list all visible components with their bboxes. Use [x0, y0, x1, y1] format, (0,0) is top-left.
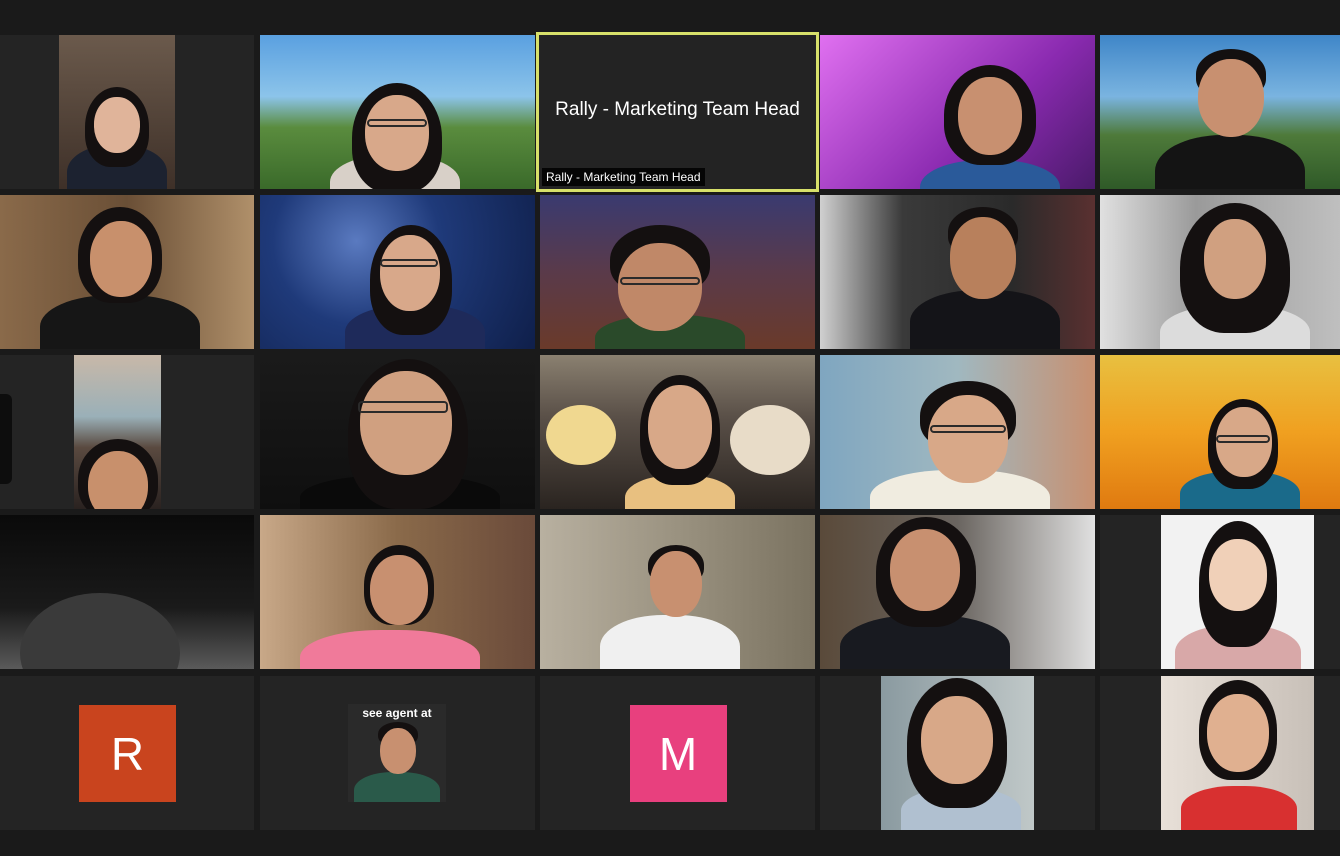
- participant-body: [1181, 786, 1297, 830]
- participant-video: [881, 676, 1034, 830]
- participant-video: [1161, 515, 1314, 669]
- participant-face: [928, 395, 1008, 483]
- participant-tile[interactable]: [1100, 355, 1340, 509]
- participant-body: [600, 615, 740, 669]
- participant-face: [94, 97, 140, 153]
- participant-video: [1100, 355, 1340, 509]
- participant-tile[interactable]: [260, 195, 535, 349]
- participant-video: [540, 515, 815, 669]
- participant-body: [354, 772, 440, 802]
- participant-face: [370, 555, 428, 625]
- participant-face: [380, 728, 416, 774]
- participant-face: [921, 696, 993, 784]
- participant-name-label: Rally - Marketing Team Head: [542, 168, 705, 186]
- participant-face: [365, 95, 429, 171]
- participant-face: [950, 217, 1016, 299]
- participant-video: [74, 355, 161, 509]
- food-item: [730, 405, 810, 475]
- participant-face: [618, 243, 702, 331]
- participant-tile[interactable]: [540, 195, 815, 349]
- participant-face: [958, 77, 1022, 155]
- participant-video: [0, 515, 254, 669]
- participant-video: [540, 355, 815, 509]
- participant-tile[interactable]: see agent at: [260, 676, 535, 830]
- glasses: [930, 425, 1006, 433]
- participant-face: [88, 451, 148, 509]
- participant-tile[interactable]: [820, 515, 1095, 669]
- participant-tile[interactable]: [1100, 35, 1340, 189]
- sidebar-toggle-handle[interactable]: [0, 394, 12, 484]
- participant-face: [648, 385, 712, 469]
- participant-video: [1161, 676, 1314, 830]
- participant-tile[interactable]: [540, 515, 815, 669]
- participant-face: [650, 551, 702, 617]
- glasses: [358, 401, 448, 413]
- participant-video: [0, 195, 254, 349]
- participant-initial-avatar: M: [629, 705, 727, 802]
- participant-tile[interactable]: M: [540, 676, 815, 830]
- participant-video: [820, 195, 1095, 349]
- participant-face: [1207, 694, 1269, 772]
- participant-tile[interactable]: [1100, 676, 1340, 830]
- active-speaker-tile[interactable]: Rally - Marketing Team Head Rally - Mark…: [536, 32, 819, 192]
- participant-video: [260, 355, 535, 509]
- participant-video: see agent at: [348, 704, 446, 802]
- participant-tile[interactable]: [260, 355, 535, 509]
- participant-tile[interactable]: [0, 195, 254, 349]
- participant-video: [260, 195, 535, 349]
- food-item: [546, 405, 616, 465]
- participant-tile[interactable]: R: [0, 676, 254, 830]
- participant-video: [1100, 35, 1340, 189]
- participant-face: [380, 235, 440, 311]
- participant-tile[interactable]: [0, 355, 254, 509]
- participant-tile[interactable]: [820, 195, 1095, 349]
- participant-head: [20, 593, 180, 669]
- participant-initial-avatar: R: [79, 705, 176, 802]
- glasses: [380, 259, 438, 267]
- gallery-grid: Rally - Marketing Team Head Rally - Mark…: [0, 32, 1340, 831]
- participant-body: [300, 630, 480, 669]
- participant-tile[interactable]: [540, 355, 815, 509]
- participant-tile[interactable]: [260, 35, 535, 189]
- participant-video: [1100, 195, 1340, 349]
- participant-tile[interactable]: [820, 35, 1095, 189]
- glasses: [367, 119, 427, 127]
- participant-tile[interactable]: [820, 676, 1095, 830]
- participant-video: [540, 195, 815, 349]
- participant-face: [90, 221, 152, 297]
- participant-body: [40, 295, 200, 349]
- participant-tile[interactable]: [820, 355, 1095, 509]
- participant-face: [360, 371, 452, 475]
- participant-video: [260, 515, 535, 669]
- participant-video: [59, 35, 175, 189]
- participant-video: [260, 35, 535, 189]
- participant-tile[interactable]: [0, 35, 254, 189]
- participant-tile[interactable]: [1100, 195, 1340, 349]
- participant-video: [820, 35, 1095, 189]
- participant-body: [1155, 135, 1305, 189]
- participant-face: [1204, 219, 1266, 299]
- active-speaker-name: Rally - Marketing Team Head: [555, 99, 800, 120]
- participant-tile[interactable]: [1100, 515, 1340, 669]
- participant-face: [890, 529, 960, 611]
- participant-video: [820, 355, 1095, 509]
- participant-face: [1209, 539, 1267, 611]
- background-text: see agent at: [362, 706, 432, 720]
- glasses: [1216, 435, 1270, 443]
- participant-tile[interactable]: [260, 515, 535, 669]
- participant-tile[interactable]: [0, 515, 254, 669]
- participant-face: [1198, 59, 1264, 137]
- participant-video: [820, 515, 1095, 669]
- glasses: [620, 277, 700, 285]
